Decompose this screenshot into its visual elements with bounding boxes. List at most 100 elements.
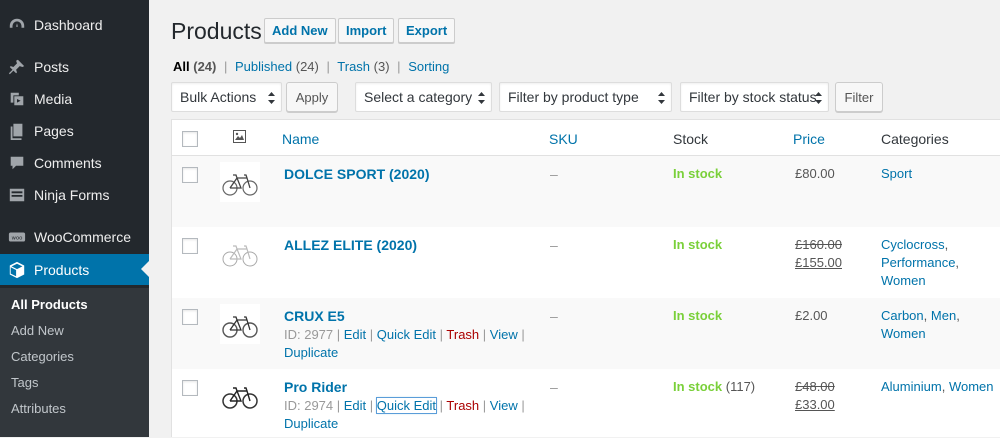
trash-link[interactable]: Trash xyxy=(446,398,479,413)
export-button[interactable]: Export xyxy=(398,18,456,43)
sidebar-item-pages[interactable]: Pages xyxy=(0,116,149,146)
submenu-all-products[interactable]: All Products xyxy=(11,297,88,312)
category-link[interactable]: Cyclocross xyxy=(881,237,945,252)
stock-status: In stock xyxy=(673,237,723,252)
column-sku[interactable]: SKU xyxy=(549,131,578,147)
sidebar-item-media[interactable]: Media xyxy=(0,84,149,114)
sku-value: – xyxy=(550,379,558,395)
edit-link[interactable]: Edit xyxy=(344,327,366,342)
category-link[interactable]: Carbon xyxy=(881,308,924,323)
sidebar-item-woocommerce[interactable]: woo WooCommerce xyxy=(0,222,149,252)
sidebar-item-label: Comments xyxy=(34,155,102,171)
row-checkbox[interactable] xyxy=(182,380,198,396)
bulk-actions-select[interactable]: Bulk Actions xyxy=(171,82,282,112)
category-link[interactable]: Performance xyxy=(881,255,955,270)
view-link[interactable]: View xyxy=(490,398,518,413)
submenu-tags[interactable]: Tags xyxy=(11,375,38,390)
main-content: Products Add New Import Export All (24) … xyxy=(149,0,1000,437)
categories-list: Cyclocross, Performance, Women xyxy=(881,237,960,288)
category-link[interactable]: Women xyxy=(881,273,926,288)
admin-sidebar: Dashboard Posts Media Pages Comments Nin… xyxy=(0,0,149,437)
row-checkbox[interactable] xyxy=(182,309,198,325)
comment-icon xyxy=(8,154,26,172)
sku-value: – xyxy=(550,308,558,324)
products-submenu: All Products Add New Categories Tags Att… xyxy=(0,288,149,437)
select-caret-icon xyxy=(658,92,665,104)
sku-value: – xyxy=(550,237,558,253)
price-value: £2.00 xyxy=(795,308,828,323)
category-link[interactable]: Sport xyxy=(881,166,912,181)
apply-button[interactable]: Apply xyxy=(286,82,338,112)
select-all-checkbox[interactable] xyxy=(182,131,198,147)
categories-list: Aluminium, Women xyxy=(881,379,994,394)
stock-status: In stock xyxy=(673,166,723,181)
row-actions: ID: 2977 | Edit | Quick Edit | Trash | V… xyxy=(284,327,525,360)
stock-status: In stock xyxy=(673,308,723,323)
product-thumbnail[interactable] xyxy=(220,304,260,344)
sidebar-item-label: Products xyxy=(34,261,90,278)
submenu-add-new[interactable]: Add New xyxy=(11,323,64,338)
duplicate-link[interactable]: Duplicate xyxy=(284,345,338,360)
regular-price: £48.00 xyxy=(795,379,835,394)
regular-price: £160.00 xyxy=(795,237,842,252)
product-thumbnail[interactable] xyxy=(220,162,260,202)
view-all[interactable]: All (24) xyxy=(173,59,216,74)
product-name-link[interactable]: ALLEZ ELITE (2020) xyxy=(284,237,417,253)
stock-quantity: (117) xyxy=(725,379,756,394)
row-checkbox[interactable] xyxy=(182,238,198,254)
table-header: Name SKU Stock Price Categories xyxy=(172,120,1000,156)
sidebar-item-products[interactable]: Products xyxy=(0,254,149,285)
product-name-link[interactable]: CRUX E5 xyxy=(284,308,345,324)
price-value: £80.00 xyxy=(795,166,835,181)
submenu-attributes[interactable]: Attributes xyxy=(11,401,66,416)
import-button[interactable]: Import xyxy=(338,18,395,43)
product-id: ID: 2974 xyxy=(284,398,334,413)
product-name-link[interactable]: Pro Rider xyxy=(284,379,347,395)
add-new-button[interactable]: Add New xyxy=(264,18,336,43)
pages-icon xyxy=(8,122,26,140)
stock-status-select[interactable]: Filter by stock status xyxy=(680,82,829,112)
select-caret-icon xyxy=(815,92,822,104)
sidebar-item-dashboard[interactable]: Dashboard xyxy=(0,10,149,40)
sidebar-item-posts[interactable]: Posts xyxy=(0,52,149,82)
sku-value: – xyxy=(550,166,558,182)
column-price[interactable]: Price xyxy=(793,131,825,147)
filter-button[interactable]: Filter xyxy=(835,82,883,112)
view-trash[interactable]: Trash (3) xyxy=(337,59,389,74)
product-name-link[interactable]: DOLCE SPORT (2020) xyxy=(284,166,429,182)
quick-edit-link[interactable]: Quick Edit xyxy=(375,397,438,414)
view-published[interactable]: Published (24) xyxy=(235,59,319,74)
active-menu-arrow xyxy=(141,261,149,277)
row-checkbox[interactable] xyxy=(182,167,198,183)
product-thumbnail[interactable] xyxy=(220,233,260,273)
row-actions: ID: 2974 | Edit | Quick Edit | Trash | V… xyxy=(284,397,525,431)
column-name[interactable]: Name xyxy=(282,131,319,147)
sidebar-item-label: Media xyxy=(34,91,73,107)
sidebar-item-ninja-forms[interactable]: Ninja Forms xyxy=(0,180,149,210)
view-link[interactable]: View xyxy=(490,327,518,342)
submenu-categories[interactable]: Categories xyxy=(11,349,74,364)
sidebar-item-label: Ninja Forms xyxy=(34,187,110,203)
column-categories: Categories xyxy=(881,131,949,147)
stock-status: In stock (117) xyxy=(673,379,756,394)
duplicate-link[interactable]: Duplicate xyxy=(284,416,338,431)
category-link[interactable]: Women xyxy=(949,379,994,394)
category-link[interactable]: Aluminium xyxy=(881,379,942,394)
page-title: Products xyxy=(171,18,262,44)
category-link[interactable]: Women xyxy=(881,326,926,341)
quick-edit-link[interactable]: Quick Edit xyxy=(377,327,436,342)
table-row: ALLEZ ELITE (2020) – In stock £160.00 £15… xyxy=(172,227,1000,298)
edit-link[interactable]: Edit xyxy=(344,398,366,413)
woo-icon: woo xyxy=(8,228,26,246)
sidebar-item-label: Posts xyxy=(34,59,70,75)
category-select[interactable]: Select a category xyxy=(355,82,492,112)
product-thumbnail[interactable] xyxy=(220,375,260,415)
view-sorting[interactable]: Sorting xyxy=(408,59,449,74)
category-link[interactable]: Men xyxy=(931,308,956,323)
trash-link[interactable]: Trash xyxy=(446,327,479,342)
product-type-select[interactable]: Filter by product type xyxy=(499,82,672,112)
sidebar-item-comments[interactable]: Comments xyxy=(0,148,149,178)
table-row: Pro Rider ID: 2974 | Edit | Quick Edit |… xyxy=(172,369,1000,438)
column-stock: Stock xyxy=(673,131,709,147)
sale-price: £33.00 xyxy=(795,397,835,412)
